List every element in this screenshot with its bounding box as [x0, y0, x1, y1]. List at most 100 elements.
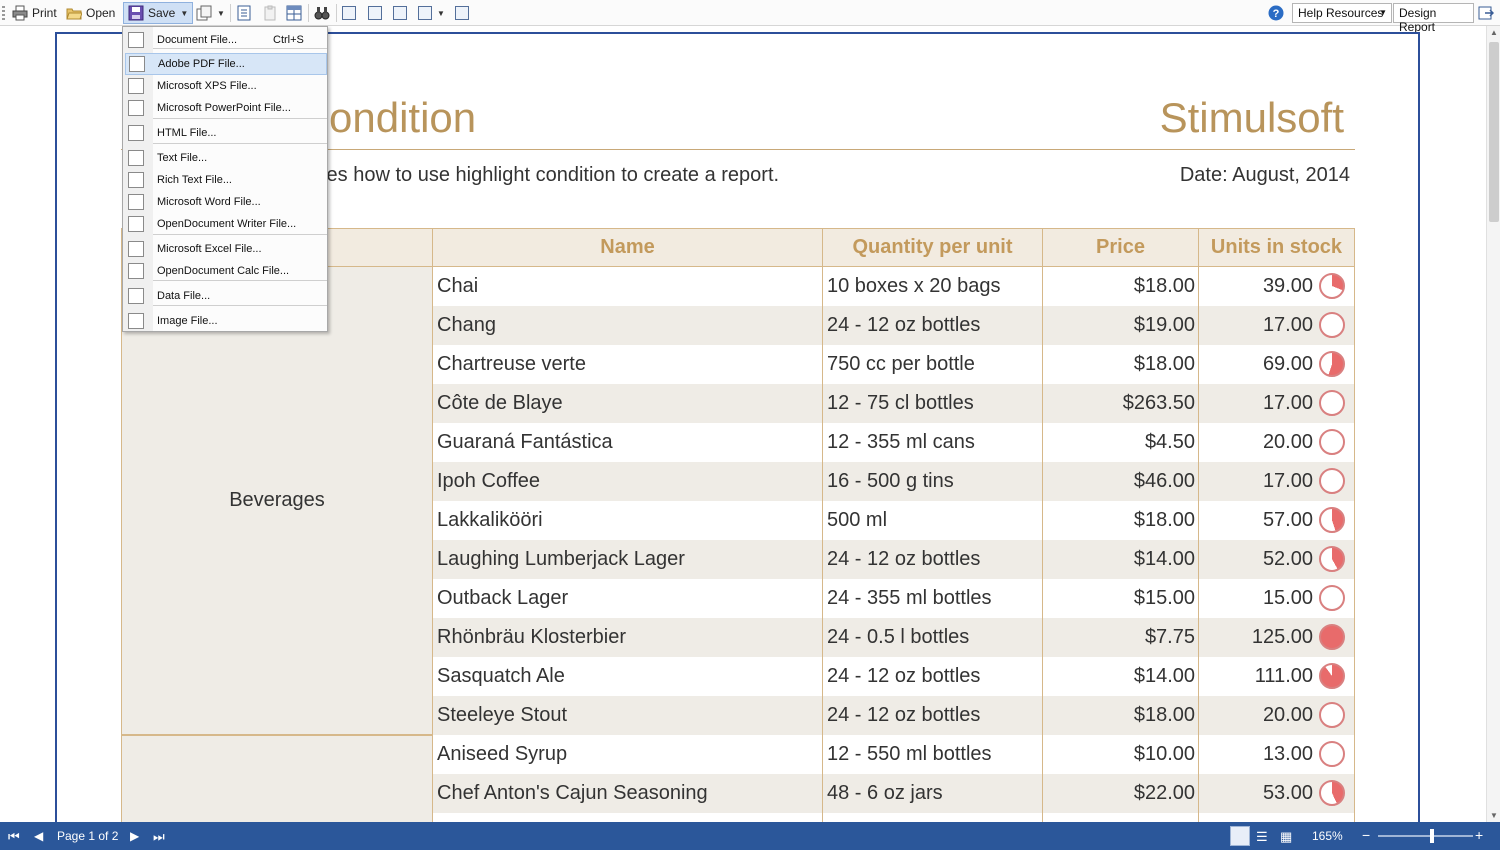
- full-screen-button[interactable]: [342, 2, 356, 24]
- zoom-out-icon[interactable]: −: [1362, 827, 1370, 843]
- save-menu-item[interactable]: HTML File...: [125, 122, 327, 144]
- product-name: Chartreuse verte: [437, 353, 586, 375]
- menu-separator: [153, 48, 327, 49]
- floppy-disk-icon: [128, 5, 144, 21]
- save-menu-item[interactable]: Microsoft XPS File...: [125, 75, 327, 97]
- help-resources-dropdown[interactable]: Help Resources ▼: [1292, 3, 1392, 23]
- product-price: $18.00: [1133, 509, 1195, 531]
- exit-icon: [1478, 6, 1494, 20]
- menu-item-label: Adobe PDF File...: [158, 58, 245, 70]
- multi-page-view-icon[interactable]: ▦: [1280, 829, 1292, 845]
- menu-item-label: OpenDocument Writer File...: [157, 218, 297, 230]
- design-report-label: Design Report: [1399, 6, 1437, 34]
- document-file-icon: [128, 32, 144, 48]
- product-name: Laughing Lumberjack Lager: [437, 548, 685, 570]
- menu-item-label: Text File...: [157, 152, 208, 164]
- save-menu-item[interactable]: Rich Text File...: [125, 169, 327, 191]
- scroll-up-icon[interactable]: ▲: [1490, 28, 1498, 37]
- save-menu-item[interactable]: Adobe PDF File...: [125, 53, 327, 75]
- report-date: Date: August, 2014: [1179, 164, 1350, 186]
- single-page-icon: [368, 6, 382, 20]
- page-view-icon: [342, 6, 356, 20]
- last-page-icon[interactable]: ⏭: [153, 829, 165, 845]
- menu-item-label: Rich Text File...: [157, 174, 232, 186]
- ods-file-icon: [128, 263, 144, 279]
- stock-gauge-icon: [1319, 273, 1345, 299]
- save-menu-item[interactable]: OpenDocument Writer File...: [125, 213, 327, 235]
- save-menu-item[interactable]: Microsoft Excel File...: [125, 238, 327, 260]
- product-quantity: 12 - 550 ml bottles: [827, 743, 992, 765]
- product-price: $46.00: [1133, 470, 1195, 492]
- previous-page-icon[interactable]: ◀: [34, 829, 43, 843]
- printer-icon: [12, 5, 28, 21]
- save-button[interactable]: Save ▼: [123, 2, 194, 24]
- single-page-view-icon[interactable]: [1230, 826, 1250, 846]
- product-price: $7.75: [1144, 626, 1195, 648]
- table-row: Laughing Lumberjack Lager 24 - 12 oz bott…: [433, 540, 1355, 579]
- two-pages-button[interactable]: [393, 2, 407, 24]
- ppt-file-icon: [128, 100, 144, 116]
- menu-item-label: Microsoft Excel File...: [157, 243, 262, 255]
- zoom-slider[interactable]: [1378, 835, 1473, 837]
- scrollbar-thumb[interactable]: [1489, 42, 1499, 222]
- close-preview-button[interactable]: [1478, 2, 1494, 24]
- save-menu-item[interactable]: Microsoft Word File...: [125, 191, 327, 213]
- table-row: Côte de Blaye 12 - 75 cl bottles $263.50 17…: [433, 384, 1355, 423]
- units-in-stock: 20.00: [1262, 431, 1313, 453]
- save-menu-item[interactable]: OpenDocument Calc File...: [125, 260, 327, 282]
- binoculars-icon: [314, 7, 330, 20]
- menu-item-label: Document File...: [157, 34, 238, 46]
- stock-gauge-icon: [1319, 507, 1345, 533]
- zoom-slider-thumb[interactable]: [1430, 829, 1434, 843]
- continuous-view-icon[interactable]: ☰: [1256, 829, 1268, 845]
- parameters-button[interactable]: [262, 2, 278, 24]
- xls-file-icon: [128, 241, 144, 257]
- find-button[interactable]: [314, 2, 330, 24]
- product-name: Chai: [437, 275, 479, 297]
- bookmarks-button[interactable]: [236, 2, 252, 24]
- report-subtitle: tes how to use highlight condition to cr…: [321, 164, 780, 186]
- dbf-file-icon: [128, 288, 144, 304]
- help-icon: ?: [1268, 5, 1284, 21]
- one-page-button[interactable]: [368, 2, 382, 24]
- copy-pages-icon: [196, 5, 212, 21]
- product-price: $19.00: [1133, 314, 1195, 336]
- product-name: Outback Lager: [437, 587, 569, 609]
- help-resources-label: Help Resources: [1298, 6, 1384, 20]
- print-button[interactable]: Print: [12, 2, 57, 24]
- scroll-down-icon[interactable]: ▼: [1490, 811, 1498, 820]
- header-price: Price: [1042, 228, 1199, 267]
- vertical-scrollbar[interactable]: ▲ ▼: [1486, 26, 1500, 822]
- save-menu-item[interactable]: Data File...: [125, 285, 327, 307]
- first-page-icon[interactable]: ⏮: [8, 829, 20, 845]
- product-price: $4.50: [1144, 431, 1195, 453]
- product-price: $18.00: [1133, 353, 1195, 375]
- table-icon: [286, 5, 302, 21]
- page-width-button[interactable]: [455, 2, 469, 24]
- product-quantity: 500 ml: [827, 509, 888, 531]
- menu-separator: [153, 305, 327, 306]
- menu-item-label: Data File...: [157, 290, 211, 302]
- help-button[interactable]: ?: [1268, 2, 1284, 24]
- zoom-in-icon[interactable]: +: [1475, 827, 1483, 843]
- product-price: $22.00: [1133, 782, 1195, 804]
- table-row: Ipoh Coffee 16 - 500 g tins $46.00 17.00: [433, 462, 1355, 501]
- product-name: Chang: [437, 314, 496, 336]
- save-menu: Document File... Ctrl+S Adobe PDF File... M…: [122, 26, 328, 332]
- send-email-button[interactable]: ▼: [196, 2, 225, 24]
- product-price: $14.00: [1133, 665, 1195, 687]
- save-menu-item[interactable]: Image File...: [125, 310, 327, 332]
- units-in-stock: 17.00: [1262, 314, 1313, 336]
- thumbnails-button[interactable]: [286, 2, 302, 24]
- product-quantity: 48 - 6 oz jars: [827, 782, 943, 804]
- pdf-file-icon: [129, 56, 145, 72]
- print-label: Print: [32, 6, 57, 20]
- save-menu-item[interactable]: Microsoft PowerPoint File...: [125, 97, 327, 119]
- open-button[interactable]: Open: [66, 2, 115, 24]
- table-row: Steeleye Stout 24 - 12 oz bottles $18.00 20…: [433, 696, 1355, 735]
- design-report-button[interactable]: Design Report: [1393, 3, 1474, 34]
- toolbar-separator: [336, 4, 337, 22]
- multiple-pages-button[interactable]: ▼: [418, 2, 445, 24]
- save-menu-item[interactable]: Text File...: [125, 147, 327, 169]
- next-page-icon[interactable]: ▶: [130, 829, 139, 843]
